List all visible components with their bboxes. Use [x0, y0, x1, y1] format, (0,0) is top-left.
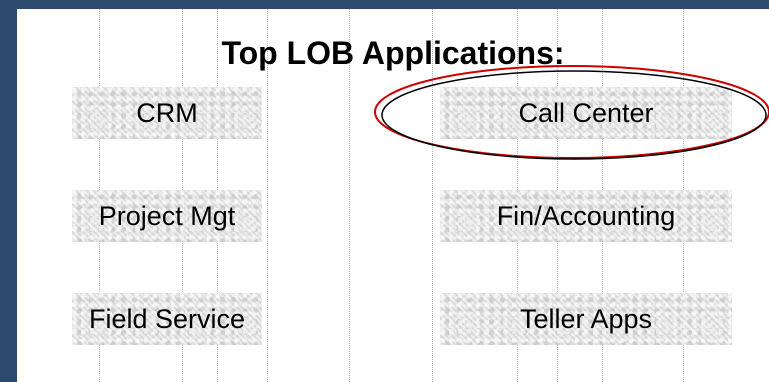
- highlight-ellipse-outer: [374, 65, 769, 159]
- slide-canvas: Top LOB Applications: CRM Call Center Pr…: [17, 9, 769, 382]
- highlight-ellipse: [374, 65, 769, 160]
- highlight-ellipse-inner: [381, 70, 767, 160]
